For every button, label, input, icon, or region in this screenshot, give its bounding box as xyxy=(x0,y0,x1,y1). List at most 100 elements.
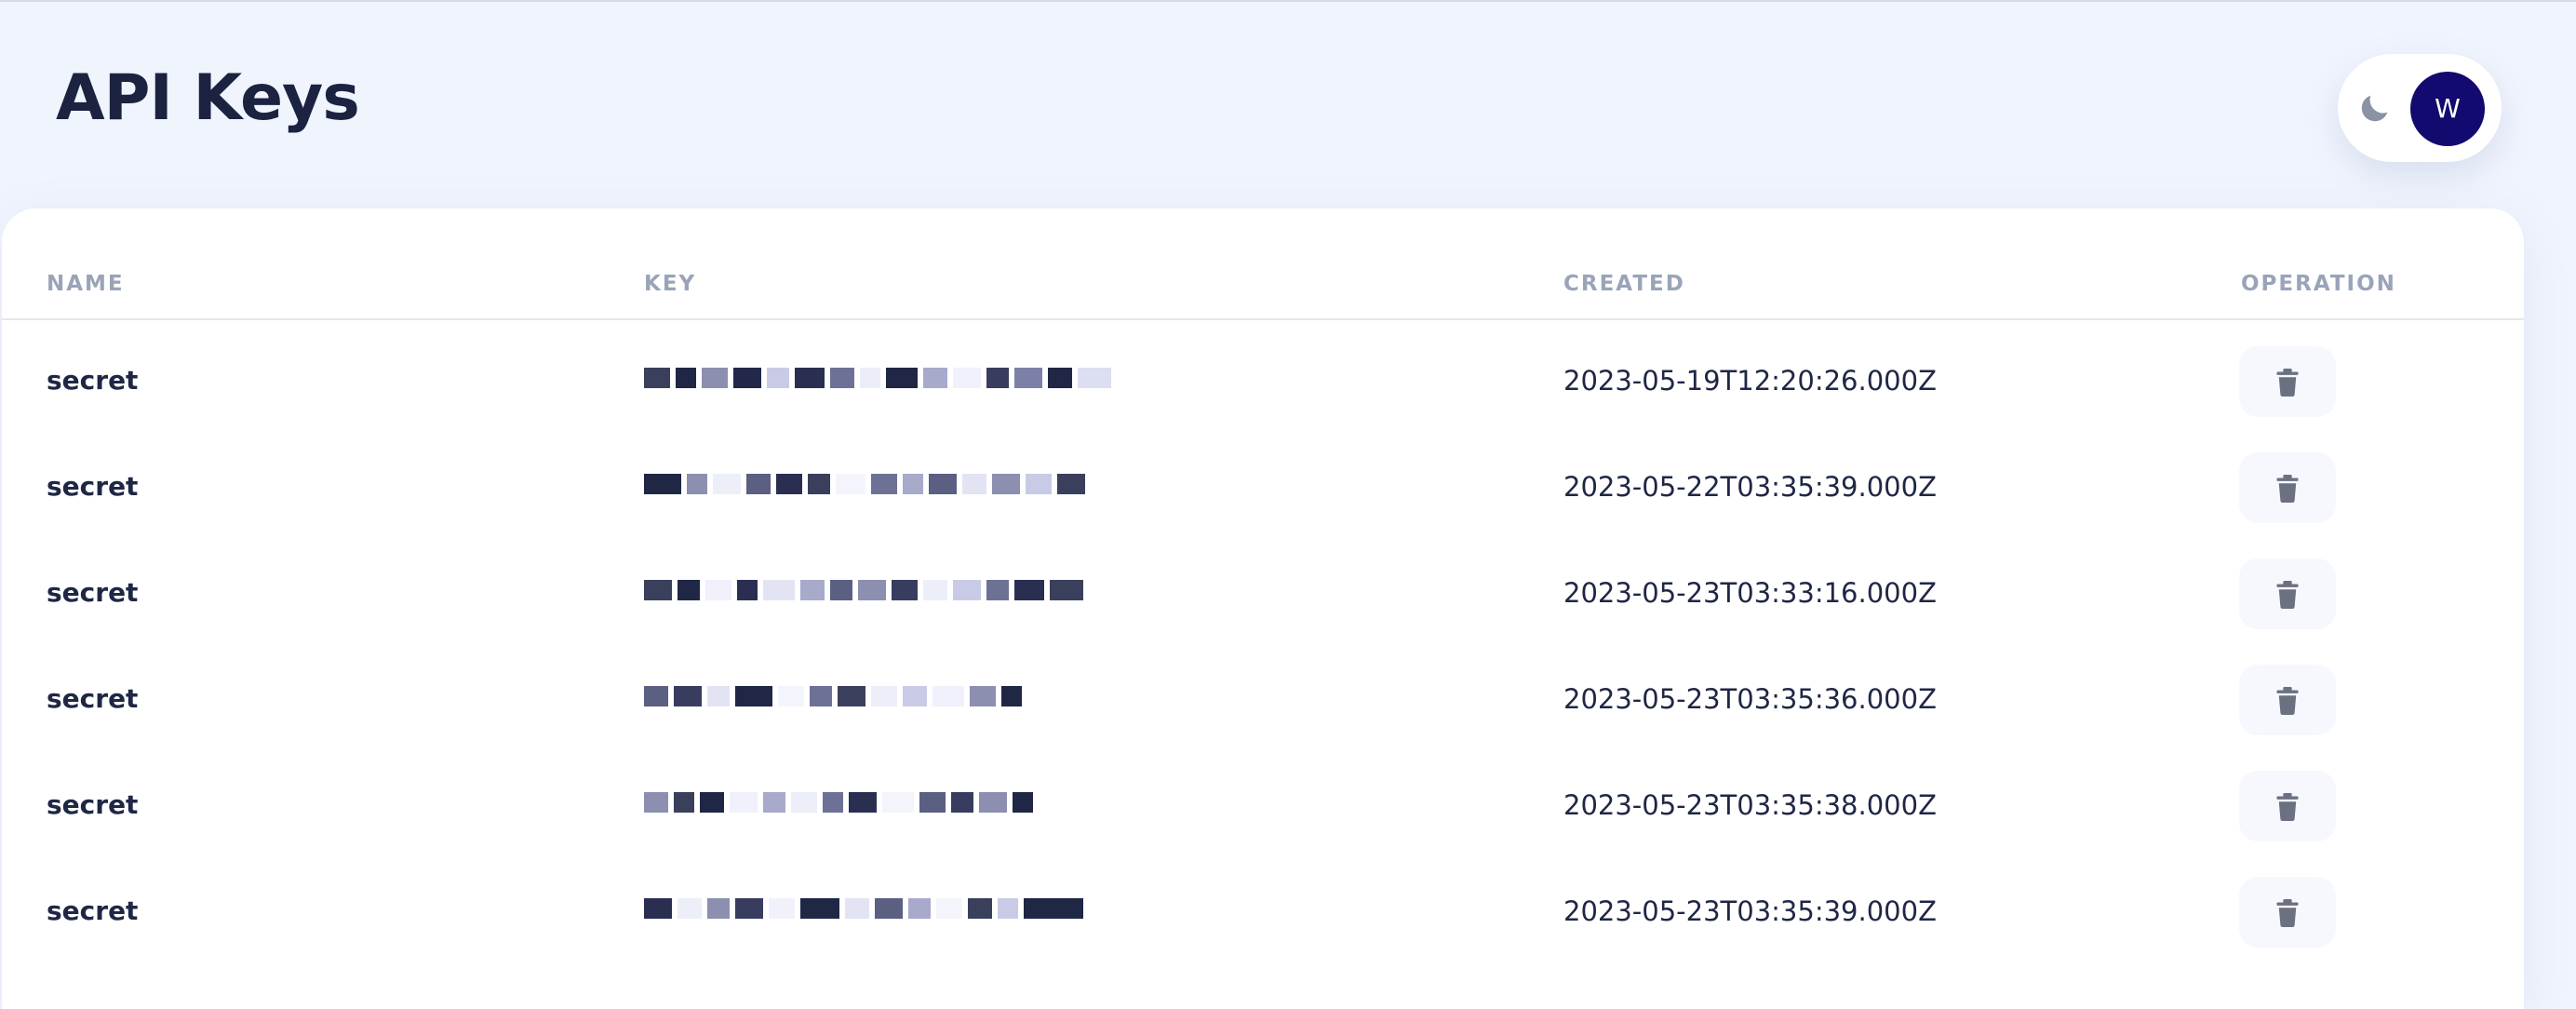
redaction-block xyxy=(767,368,789,388)
redaction-block xyxy=(1026,474,1052,494)
redaction-block xyxy=(849,792,877,813)
redaction-block xyxy=(678,580,700,600)
created-date: 2023-05-22T03:35:39.000Z xyxy=(1563,471,1937,503)
redaction-block xyxy=(700,792,724,813)
table-row: secret 2023-05-23T03:35:39.000Z xyxy=(2,858,2524,964)
redaction-block xyxy=(908,898,931,919)
redaction-block xyxy=(970,686,996,706)
key-value xyxy=(644,466,1147,507)
redaction-block xyxy=(791,792,817,813)
redaction-block xyxy=(923,580,947,600)
api-keys-table: NAME KEY CREATED OPERATION secret 2023-0… xyxy=(2,209,2524,1009)
redaction-block xyxy=(735,898,763,919)
redaction-block xyxy=(776,474,802,494)
redaction-block xyxy=(951,792,973,813)
key-name: secret xyxy=(47,895,139,926)
redaction-block xyxy=(678,898,702,919)
trash-icon xyxy=(2276,369,2299,397)
created-date: 2023-05-23T03:33:16.000Z xyxy=(1563,577,1937,609)
moon-icon[interactable] xyxy=(2356,89,2394,127)
trash-icon xyxy=(2276,475,2299,503)
redaction-block xyxy=(986,580,1009,600)
redaction-block xyxy=(644,580,672,600)
created-date: 2023-05-23T03:35:38.000Z xyxy=(1563,789,1937,821)
redaction-block xyxy=(800,580,825,600)
key-name: secret xyxy=(47,577,139,608)
redaction-block xyxy=(674,686,702,706)
redaction-block xyxy=(644,792,668,813)
redaction-block xyxy=(953,580,981,600)
redaction-block xyxy=(735,686,772,706)
redaction-block xyxy=(733,368,761,388)
redaction-block xyxy=(810,686,832,706)
delete-button[interactable] xyxy=(2239,558,2336,629)
key-name: secret xyxy=(47,683,139,714)
column-header-created[interactable]: CREATED xyxy=(1563,270,1685,298)
created-date: 2023-05-19T12:20:26.000Z xyxy=(1563,365,1937,397)
redaction-block xyxy=(676,368,696,388)
redaction-block xyxy=(644,898,672,919)
redaction-block xyxy=(998,898,1018,919)
redaction-block xyxy=(1024,898,1083,919)
created-date: 2023-05-23T03:35:39.000Z xyxy=(1563,895,1937,927)
table-row: secret 2023-05-23T03:33:16.000Z xyxy=(2,540,2524,646)
redaction-block xyxy=(903,474,923,494)
redaction-block xyxy=(1014,580,1044,600)
delete-button[interactable] xyxy=(2239,346,2336,417)
trash-icon xyxy=(2276,899,2299,927)
key-value xyxy=(644,891,1147,932)
redaction-block xyxy=(1014,368,1042,388)
key-value xyxy=(644,785,1147,826)
redaction-block xyxy=(919,792,946,813)
redaction-block xyxy=(702,368,728,388)
redaction-block xyxy=(845,898,869,919)
redaction-block xyxy=(644,368,670,388)
column-header-key[interactable]: KEY xyxy=(644,270,696,298)
redaction-block xyxy=(713,474,741,494)
redaction-block xyxy=(830,580,852,600)
redaction-block xyxy=(644,686,668,706)
redaction-block xyxy=(836,474,865,494)
redaction-block xyxy=(1001,686,1022,706)
key-value xyxy=(644,572,1147,613)
redaction-block xyxy=(1013,792,1033,813)
delete-button[interactable] xyxy=(2239,665,2336,735)
redaction-block xyxy=(979,792,1007,813)
delete-button[interactable] xyxy=(2239,877,2336,948)
key-value xyxy=(644,360,1147,401)
redaction-block xyxy=(986,368,1009,388)
delete-button[interactable] xyxy=(2239,771,2336,841)
redaction-block xyxy=(871,686,897,706)
redaction-block xyxy=(882,792,914,813)
redaction-block xyxy=(687,474,707,494)
redaction-block xyxy=(830,368,854,388)
redaction-block xyxy=(929,474,957,494)
column-header-name[interactable]: NAME xyxy=(47,270,125,298)
redaction-block xyxy=(838,686,865,706)
avatar[interactable]: W xyxy=(2410,72,2485,146)
table-row: secret 2023-05-23T03:35:36.000Z xyxy=(2,646,2524,752)
redaction-block xyxy=(763,792,785,813)
redaction-block xyxy=(968,898,992,919)
trash-icon xyxy=(2276,581,2299,609)
redaction-block xyxy=(875,898,903,919)
redaction-block xyxy=(932,686,964,706)
trash-icon xyxy=(2276,793,2299,821)
delete-button[interactable] xyxy=(2239,452,2336,523)
redaction-block xyxy=(707,898,730,919)
column-header-operation[interactable]: OPERATION xyxy=(2241,270,2396,298)
table-header: NAME KEY CREATED OPERATION xyxy=(2,209,2524,320)
redaction-block xyxy=(892,580,918,600)
table-row: secret 2023-05-23T03:35:38.000Z xyxy=(2,752,2524,858)
redaction-block xyxy=(823,792,843,813)
redaction-block xyxy=(936,898,962,919)
redaction-block xyxy=(871,474,897,494)
redaction-block xyxy=(746,474,771,494)
redaction-block xyxy=(1078,368,1111,388)
redaction-block xyxy=(1048,368,1072,388)
redaction-block xyxy=(953,368,981,388)
redaction-block xyxy=(644,474,681,494)
redaction-block xyxy=(1050,580,1083,600)
page-title: API Keys xyxy=(56,61,360,135)
key-name: secret xyxy=(47,471,139,502)
